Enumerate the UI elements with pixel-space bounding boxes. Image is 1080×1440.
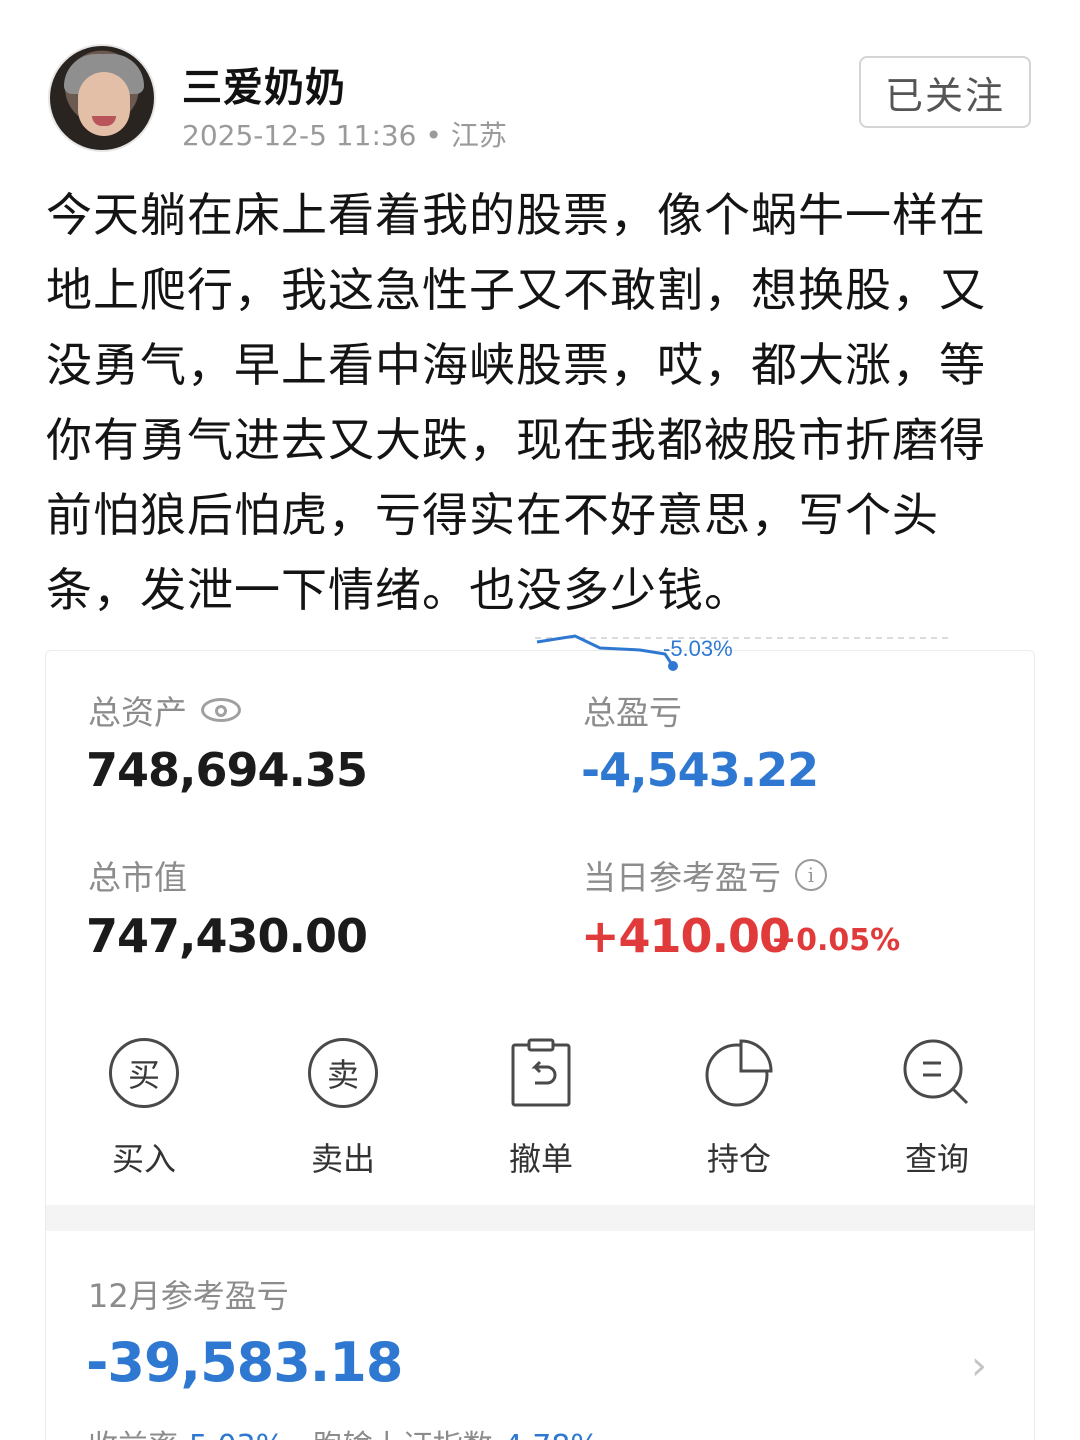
post-body: 今天躺在床上看着我的股票，像个蜗牛一样在 地上爬行，我这急性子又不敢割，想换股，… <box>46 178 1036 628</box>
post-meta: 2025-12-5 11:36 • 江苏 <box>182 119 507 152</box>
post-line: 今天躺在床上看着我的股票，像个蜗牛一样在 <box>46 188 986 242</box>
trade-actions: 买 买入 卖 卖出 撤单 持仓 查询 <box>46 1036 1034 1178</box>
buy-button[interactable]: 买 买入 <box>84 1036 204 1180</box>
yield-label: 收益率 <box>88 1429 178 1440</box>
post-line: 条，发泄一下情绪。也没多少钱。 <box>46 563 751 617</box>
monthly-pnl-value: -39,583.18 <box>86 1331 403 1394</box>
index-compare-label: 跑输上证指数 <box>313 1429 493 1440</box>
brokerage-card: 总资产 748,694.35 总盈亏 -4,543.22 总市值 747,430… <box>45 650 1035 1440</box>
avatar[interactable] <box>48 44 156 152</box>
avatar-face <box>78 72 130 136</box>
monthly-pnl-label: 12月参考盈亏 <box>88 1277 289 1315</box>
market-value-label: 总市值 <box>88 858 187 897</box>
index-compare-value: -4.78% <box>493 1429 599 1440</box>
sell-label: 卖出 <box>310 1140 375 1178</box>
trend-point <box>668 661 678 671</box>
follow-button[interactable]: 已关注 <box>859 56 1031 128</box>
daily-pnl-value: +410.00 <box>581 909 791 963</box>
daily-pnl-label-row: 当日参考盈亏 i <box>583 851 827 899</box>
post-line: 前怕狼后怕虎，亏得实在不好意思，写个头 <box>46 488 939 542</box>
info-icon[interactable]: i <box>795 859 827 891</box>
total-assets-value: 748,694.35 <box>86 743 368 797</box>
username[interactable]: 三爱奶奶 <box>182 55 346 113</box>
positions-button[interactable]: 持仓 <box>679 1036 799 1180</box>
pie-chart-icon <box>705 1039 773 1107</box>
daily-pnl-label: 当日参考盈亏 <box>583 858 781 897</box>
yield-value: -5.03% <box>178 1429 284 1440</box>
buy-label: 买入 <box>111 1140 176 1178</box>
query-button[interactable]: 查询 <box>877 1036 997 1180</box>
post-header: 三爱奶奶 2025-12-5 11:36 • 江苏 已关注 <box>0 0 1080 170</box>
post-line: 地上爬行，我这急性子又不敢割，想换股，又 <box>46 263 986 317</box>
clipboard-undo-icon <box>511 1038 571 1107</box>
eye-icon[interactable] <box>201 698 241 722</box>
sell-button[interactable]: 卖 卖出 <box>283 1036 403 1180</box>
post-line: 你有勇气进去又大跌，现在我都被股市折磨得 <box>46 413 986 467</box>
section-divider <box>46 1205 1034 1231</box>
search-icon <box>903 1039 969 1105</box>
monthly-summary-line: 收益率-5.03% 跑输上证指数-4.78% <box>88 1421 599 1440</box>
positions-label: 持仓 <box>706 1140 771 1178</box>
sell-icon: 卖 <box>308 1038 378 1108</box>
chevron-right-icon[interactable]: › <box>971 1343 987 1389</box>
trend-point-label: -5.03% <box>663 636 733 661</box>
total-pnl-value: -4,543.22 <box>581 743 819 797</box>
daily-pnl-percent: +0.05% <box>771 923 901 958</box>
cancel-order-button[interactable]: 撤单 <box>481 1036 601 1180</box>
buy-icon: 买 <box>109 1038 179 1108</box>
market-value-value: 747,430.00 <box>86 909 368 963</box>
total-assets-label-row: 总资产 <box>88 686 241 734</box>
total-assets-label: 总资产 <box>88 693 187 732</box>
trend-line <box>536 634 675 667</box>
query-label: 查询 <box>904 1140 969 1178</box>
monthly-trend-chart: -5.03% <box>535 634 950 671</box>
cancel-order-label: 撤单 <box>508 1140 573 1178</box>
post-line: 没勇气，早上看中海峡股票，哎，都大涨，等 <box>46 338 986 392</box>
